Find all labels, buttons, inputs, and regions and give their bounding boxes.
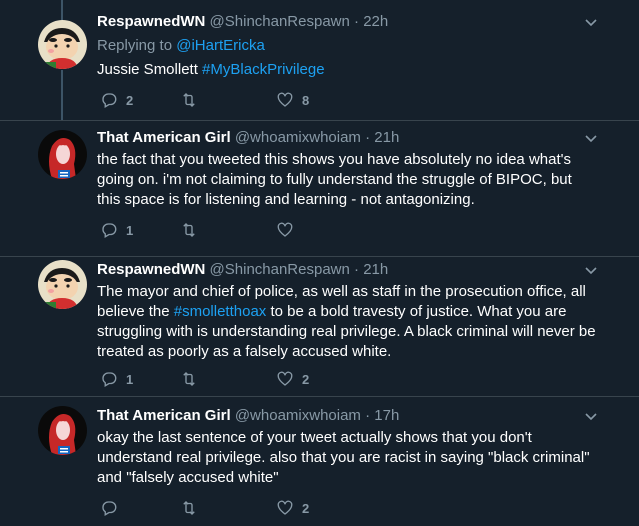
user-handle[interactable]: @ShinchanRespawn bbox=[210, 261, 350, 278]
tweet-actions: 1 bbox=[100, 220, 356, 240]
heart-icon bbox=[277, 222, 293, 237]
retweet-button[interactable] bbox=[180, 370, 276, 388]
reply-icon bbox=[102, 501, 117, 516]
reply-button[interactable]: 1 bbox=[100, 221, 180, 239]
like-button[interactable]: 8 bbox=[276, 91, 356, 109]
retweet-button[interactable] bbox=[180, 221, 276, 239]
mention-link[interactable]: @iHartEricka bbox=[176, 37, 265, 54]
retweet-icon bbox=[183, 372, 195, 386]
tweet-body: That American Girl @whoamixwhoiam · 17h … bbox=[97, 406, 599, 488]
chevron-down-icon[interactable] bbox=[583, 408, 599, 424]
tweet-body: RespawnedWN @ShinchanRespawn · 22h Reply… bbox=[97, 12, 599, 80]
retweet-icon bbox=[183, 501, 195, 515]
timestamp[interactable]: 21h bbox=[374, 129, 399, 146]
tweet-text: The mayor and chief of police, as well a… bbox=[97, 282, 599, 362]
separator: · bbox=[360, 129, 375, 146]
heart-icon bbox=[277, 371, 293, 386]
text-part: Jussie Smollett bbox=[97, 61, 203, 78]
avatar[interactable] bbox=[38, 20, 87, 69]
like-count: 8 bbox=[302, 92, 310, 108]
avatar[interactable] bbox=[38, 130, 87, 179]
tweet-header: RespawnedWN @ShinchanRespawn · 22h bbox=[97, 12, 599, 32]
user-handle[interactable]: @whoamixwhoiam bbox=[235, 129, 361, 146]
heart-icon bbox=[277, 92, 293, 107]
chevron-down-icon[interactable] bbox=[583, 130, 599, 146]
timestamp[interactable]: 17h bbox=[374, 407, 399, 424]
timestamp[interactable]: 21h bbox=[363, 261, 388, 278]
like-button[interactable]: 2 bbox=[276, 370, 356, 388]
like-count: 2 bbox=[302, 500, 310, 516]
display-name[interactable]: RespawnedWN bbox=[97, 261, 205, 278]
tweet-4[interactable]: That American Girl @whoamixwhoiam · 17h … bbox=[0, 397, 639, 526]
retweet-button[interactable] bbox=[180, 91, 276, 109]
separator: · bbox=[349, 13, 364, 30]
like-button[interactable] bbox=[276, 221, 356, 239]
reply-icon bbox=[102, 372, 117, 387]
avatar[interactable] bbox=[38, 406, 87, 455]
timestamp[interactable]: 22h bbox=[363, 13, 388, 30]
avatar[interactable] bbox=[38, 260, 87, 309]
chevron-down-icon[interactable] bbox=[583, 14, 599, 30]
display-name[interactable]: That American Girl bbox=[97, 407, 231, 424]
reply-count: 1 bbox=[126, 371, 134, 387]
retweet-icon bbox=[183, 223, 195, 237]
tweet-actions: 1 2 bbox=[100, 369, 356, 389]
user-handle[interactable]: @whoamixwhoiam bbox=[235, 407, 361, 424]
reply-button[interactable] bbox=[100, 499, 180, 517]
retweet-icon bbox=[183, 93, 195, 107]
separator: · bbox=[360, 407, 375, 424]
hashtag-link[interactable]: #MyBlackPrivilege bbox=[202, 61, 325, 78]
tweet-actions: 2 bbox=[100, 498, 356, 518]
tweet-body: RespawnedWN @ShinchanRespawn · 21h The m… bbox=[97, 260, 599, 362]
user-handle[interactable]: @ShinchanRespawn bbox=[210, 13, 350, 30]
reply-icon bbox=[102, 93, 117, 108]
reply-button[interactable]: 1 bbox=[100, 370, 180, 388]
tweet-1[interactable]: RespawnedWN @ShinchanRespawn · 22h Reply… bbox=[0, 0, 639, 121]
tweet-2[interactable]: That American Girl @whoamixwhoiam · 21h … bbox=[0, 121, 639, 257]
tweet-text: okay the last sentence of your tweet act… bbox=[97, 429, 590, 486]
chevron-down-icon[interactable] bbox=[583, 262, 599, 278]
tweet-body: That American Girl @whoamixwhoiam · 21h … bbox=[97, 128, 599, 210]
separator: · bbox=[349, 261, 364, 278]
tweet-actions: 2 8 bbox=[100, 90, 356, 110]
reply-count: 2 bbox=[126, 92, 134, 108]
hashtag-link[interactable]: #smolletthoax bbox=[174, 303, 267, 320]
replying-to: Replying to @iHartEricka bbox=[97, 36, 599, 56]
tweet-text: the fact that you tweeted this shows you… bbox=[97, 151, 572, 208]
tweet-3[interactable]: RespawnedWN @ShinchanRespawn · 21h The m… bbox=[0, 257, 639, 397]
reply-icon bbox=[102, 223, 117, 238]
reply-button[interactable]: 2 bbox=[100, 91, 180, 109]
like-count: 2 bbox=[302, 371, 310, 387]
replying-to-label: Replying to bbox=[97, 37, 177, 54]
heart-icon bbox=[277, 500, 293, 515]
retweet-button[interactable] bbox=[180, 499, 276, 517]
tweet-header: That American Girl @whoamixwhoiam · 17h bbox=[97, 406, 599, 426]
tweet-thread: RespawnedWN @ShinchanRespawn · 22h Reply… bbox=[0, 0, 639, 526]
tweet-header: RespawnedWN @ShinchanRespawn · 21h bbox=[97, 260, 599, 280]
like-button[interactable]: 2 bbox=[276, 499, 356, 517]
display-name[interactable]: That American Girl bbox=[97, 129, 231, 146]
reply-count: 1 bbox=[126, 222, 134, 238]
display-name[interactable]: RespawnedWN bbox=[97, 13, 205, 30]
tweet-header: That American Girl @whoamixwhoiam · 21h bbox=[97, 128, 599, 148]
tweet-text: Jussie Smollett #MyBlackPrivilege bbox=[97, 60, 599, 80]
